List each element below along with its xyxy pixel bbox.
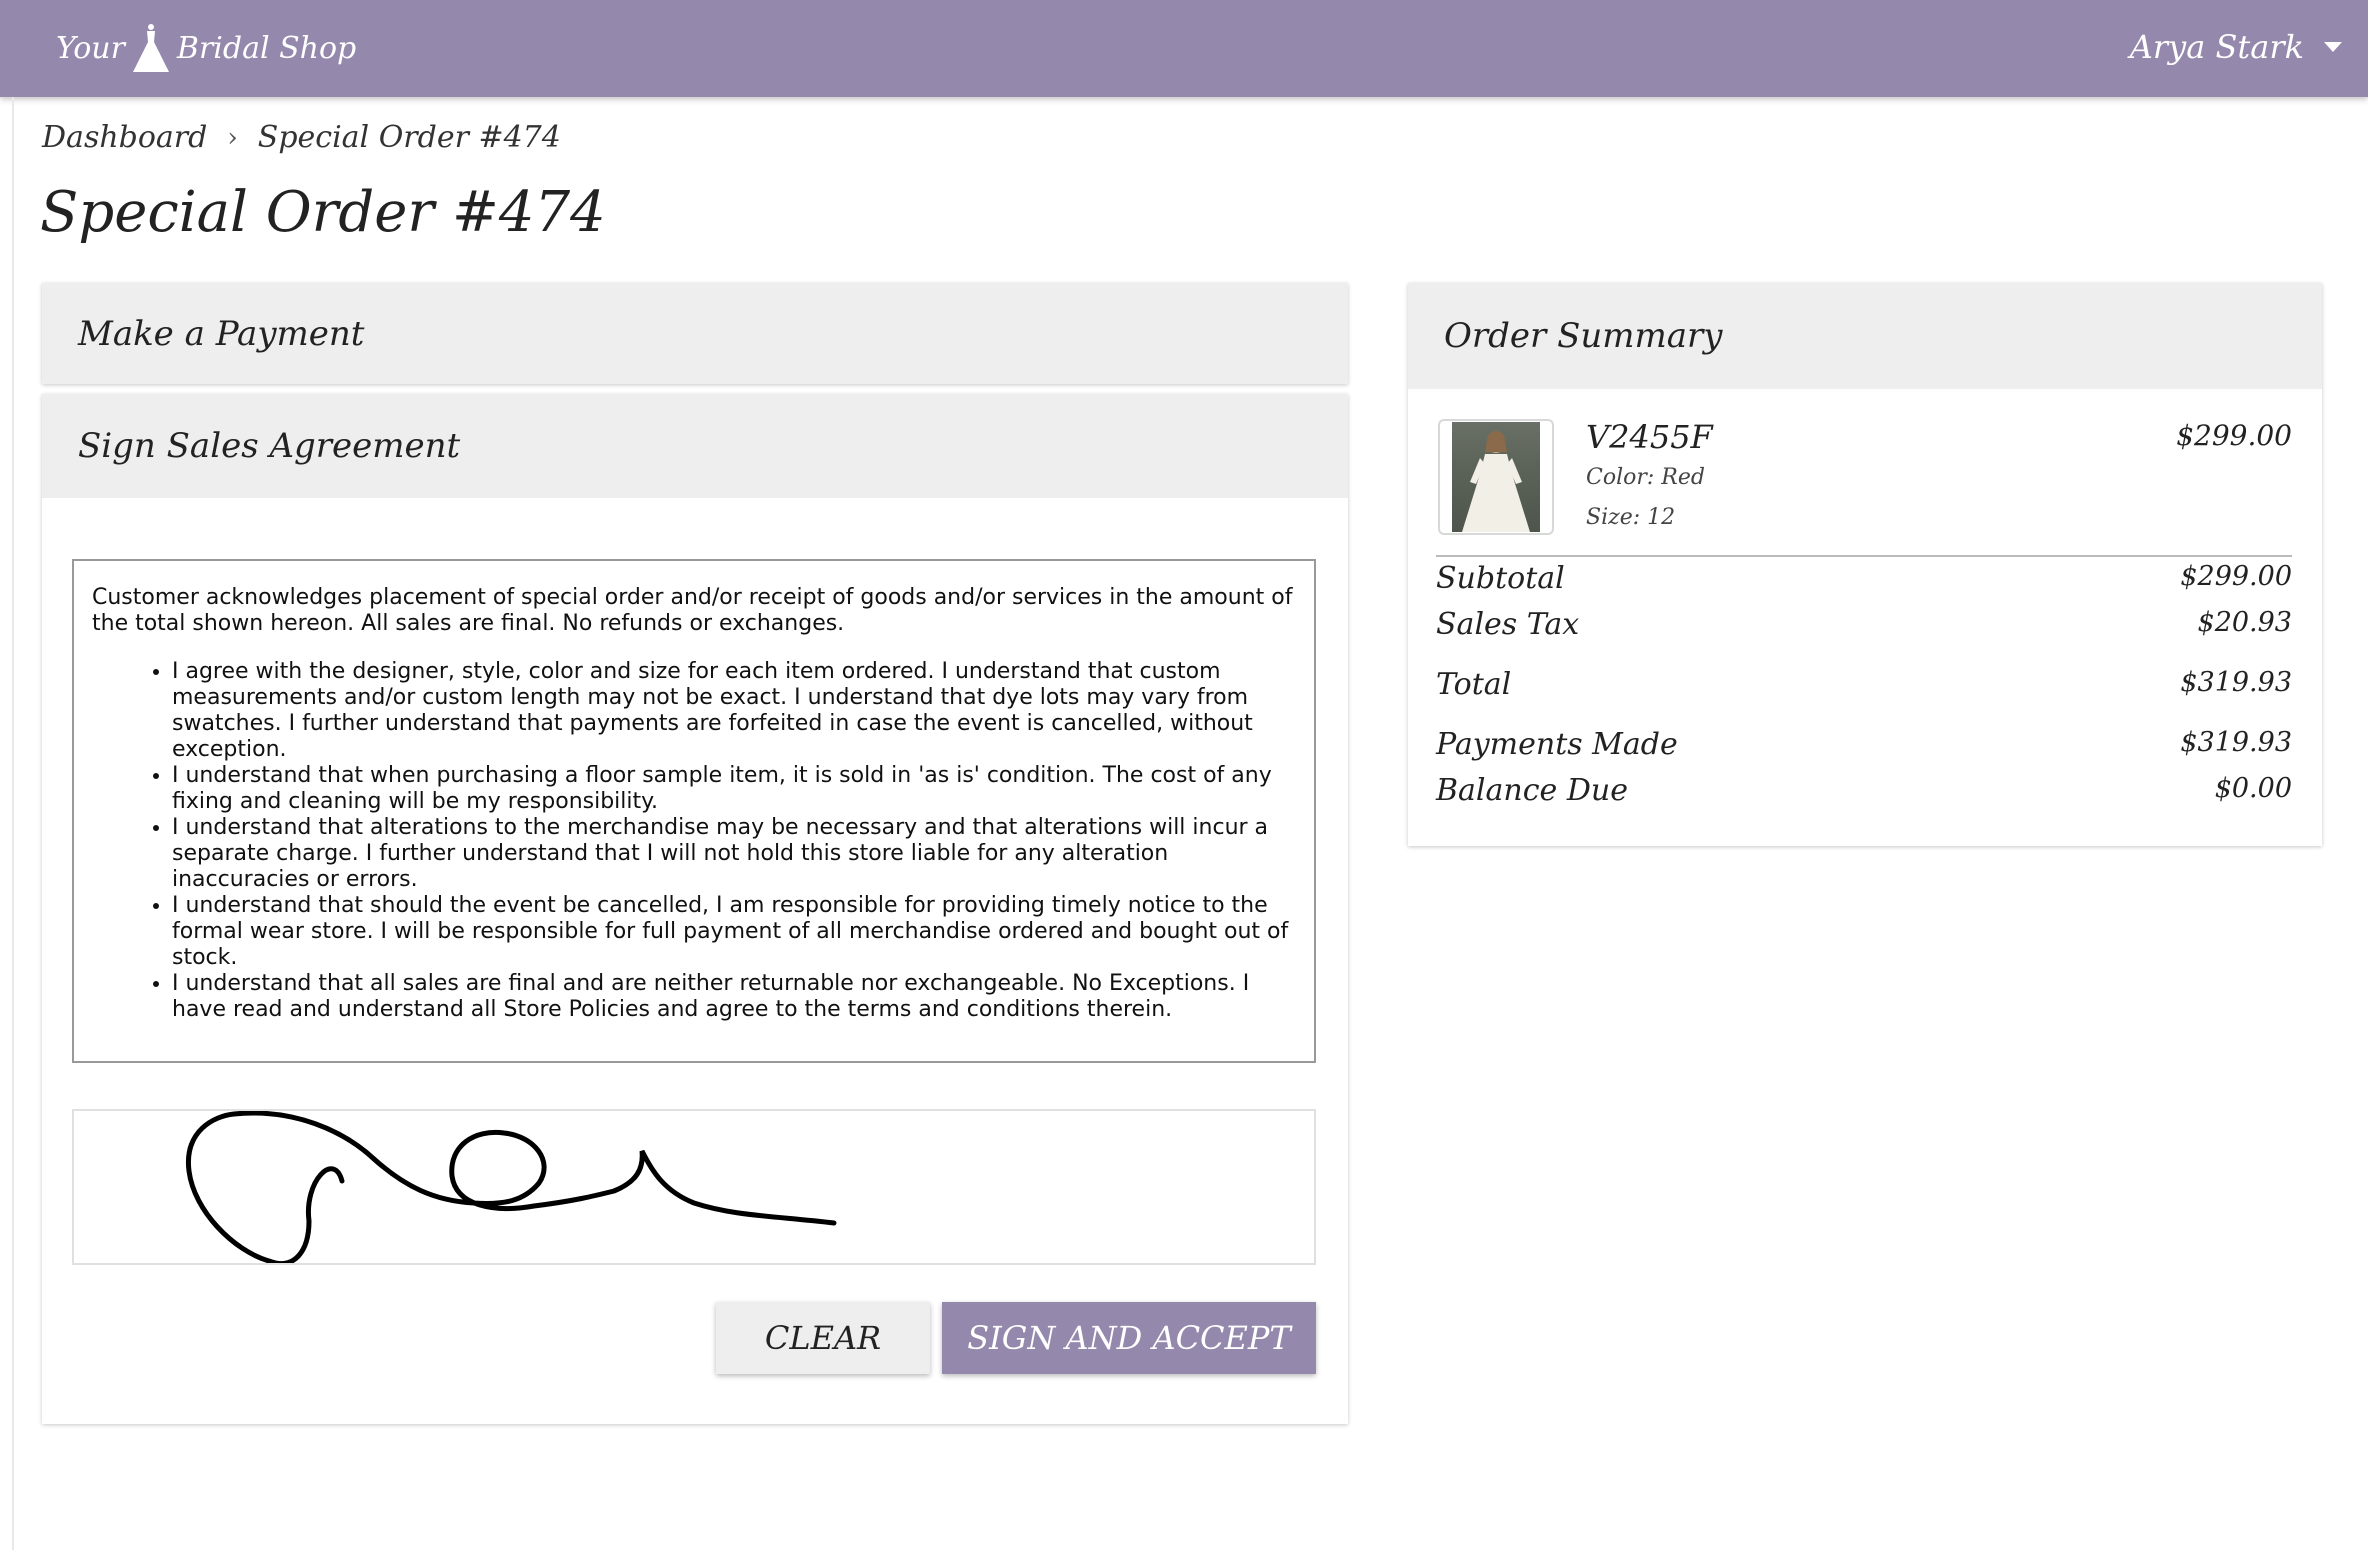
signature-stroke — [186, 1110, 837, 1267]
signature-pad[interactable] — [72, 1109, 1316, 1267]
terms-item: I agree with the designer, style, color … — [172, 659, 1296, 763]
total-label: Total — [1436, 667, 1512, 702]
item-size: Size: 12 — [1586, 505, 1676, 530]
bride-silhouette-icon — [1462, 431, 1530, 532]
clear-button[interactable]: CLEAR — [716, 1302, 930, 1374]
breadcrumb-current: Special Order #474 — [257, 120, 561, 155]
agreement-panel: Sign Sales Agreement Customer acknowledg… — [42, 394, 1348, 1424]
top-navbar: Your Bridal Shop Arya Stark — [0, 0, 2368, 97]
page-title: Special Order #474 — [40, 180, 606, 245]
terms-item: I understand that all sales are final an… — [172, 971, 1296, 1023]
subtotal-row: Subtotal $299.00 — [1436, 561, 2292, 596]
brand-logo[interactable]: Your Bridal Shop — [56, 18, 356, 78]
payments-made-row: Payments Made $319.93 — [1436, 727, 2292, 762]
sales-tax-row: Sales Tax $20.93 — [1436, 607, 2292, 642]
payment-panel: Make a Payment — [42, 283, 1348, 384]
item-price: $299.00 — [2176, 419, 2292, 452]
product-thumbnail[interactable] — [1438, 419, 1554, 535]
brand-name-right: Bridal Shop — [176, 30, 357, 66]
terms-item: I understand that when purchasing a floo… — [172, 763, 1296, 815]
terms-item: I understand that should the event be ca… — [172, 893, 1296, 971]
caret-down-icon — [2324, 42, 2342, 52]
brand-name-left: Your — [56, 30, 125, 66]
payment-panel-header[interactable]: Make a Payment — [42, 283, 1348, 384]
sales-tax-value: $20.93 — [2197, 607, 2292, 638]
user-name: Arya Stark — [2129, 28, 2304, 66]
page-edge — [12, 97, 14, 1550]
subtotal-label: Subtotal — [1436, 561, 1565, 596]
breadcrumb: Dashboard › Special Order #474 — [42, 120, 561, 155]
summary-divider — [1436, 555, 2292, 557]
breadcrumb-dashboard[interactable]: Dashboard — [42, 120, 207, 155]
balance-due-value: $0.00 — [2214, 773, 2292, 804]
breadcrumb-separator: › — [227, 122, 238, 153]
terms-item: I understand that alterations to the mer… — [172, 815, 1296, 893]
item-style-number: V2455F — [1586, 418, 1713, 456]
terms-box[interactable]: Customer acknowledges placement of speci… — [72, 559, 1316, 1063]
terms-intro: Customer acknowledges placement of speci… — [92, 585, 1293, 636]
item-color: Color: Red — [1586, 465, 1705, 490]
balance-due-label: Balance Due — [1436, 773, 1628, 808]
order-summary-header: Order Summary — [1408, 283, 2322, 389]
dress-photo — [1452, 422, 1540, 532]
agreement-panel-header[interactable]: Sign Sales Agreement — [42, 394, 1348, 498]
terms-list: I agree with the designer, style, color … — [92, 659, 1296, 1023]
sign-and-accept-button[interactable]: SIGN AND ACCEPT — [942, 1302, 1316, 1374]
user-menu[interactable]: Arya Stark — [2130, 22, 2342, 72]
balance-due-row: Balance Due $0.00 — [1436, 773, 2292, 808]
payments-made-value: $319.93 — [2180, 727, 2292, 758]
payments-made-label: Payments Made — [1436, 727, 1678, 762]
subtotal-value: $299.00 — [2180, 561, 2292, 592]
total-row: Total $319.93 — [1436, 667, 2292, 702]
order-summary-panel: Order Summary V2455F Color: Red Size: 12… — [1408, 283, 2322, 846]
total-value: $319.93 — [2180, 667, 2292, 698]
sales-tax-label: Sales Tax — [1436, 607, 1580, 642]
wedding-dress-icon — [132, 24, 169, 72]
